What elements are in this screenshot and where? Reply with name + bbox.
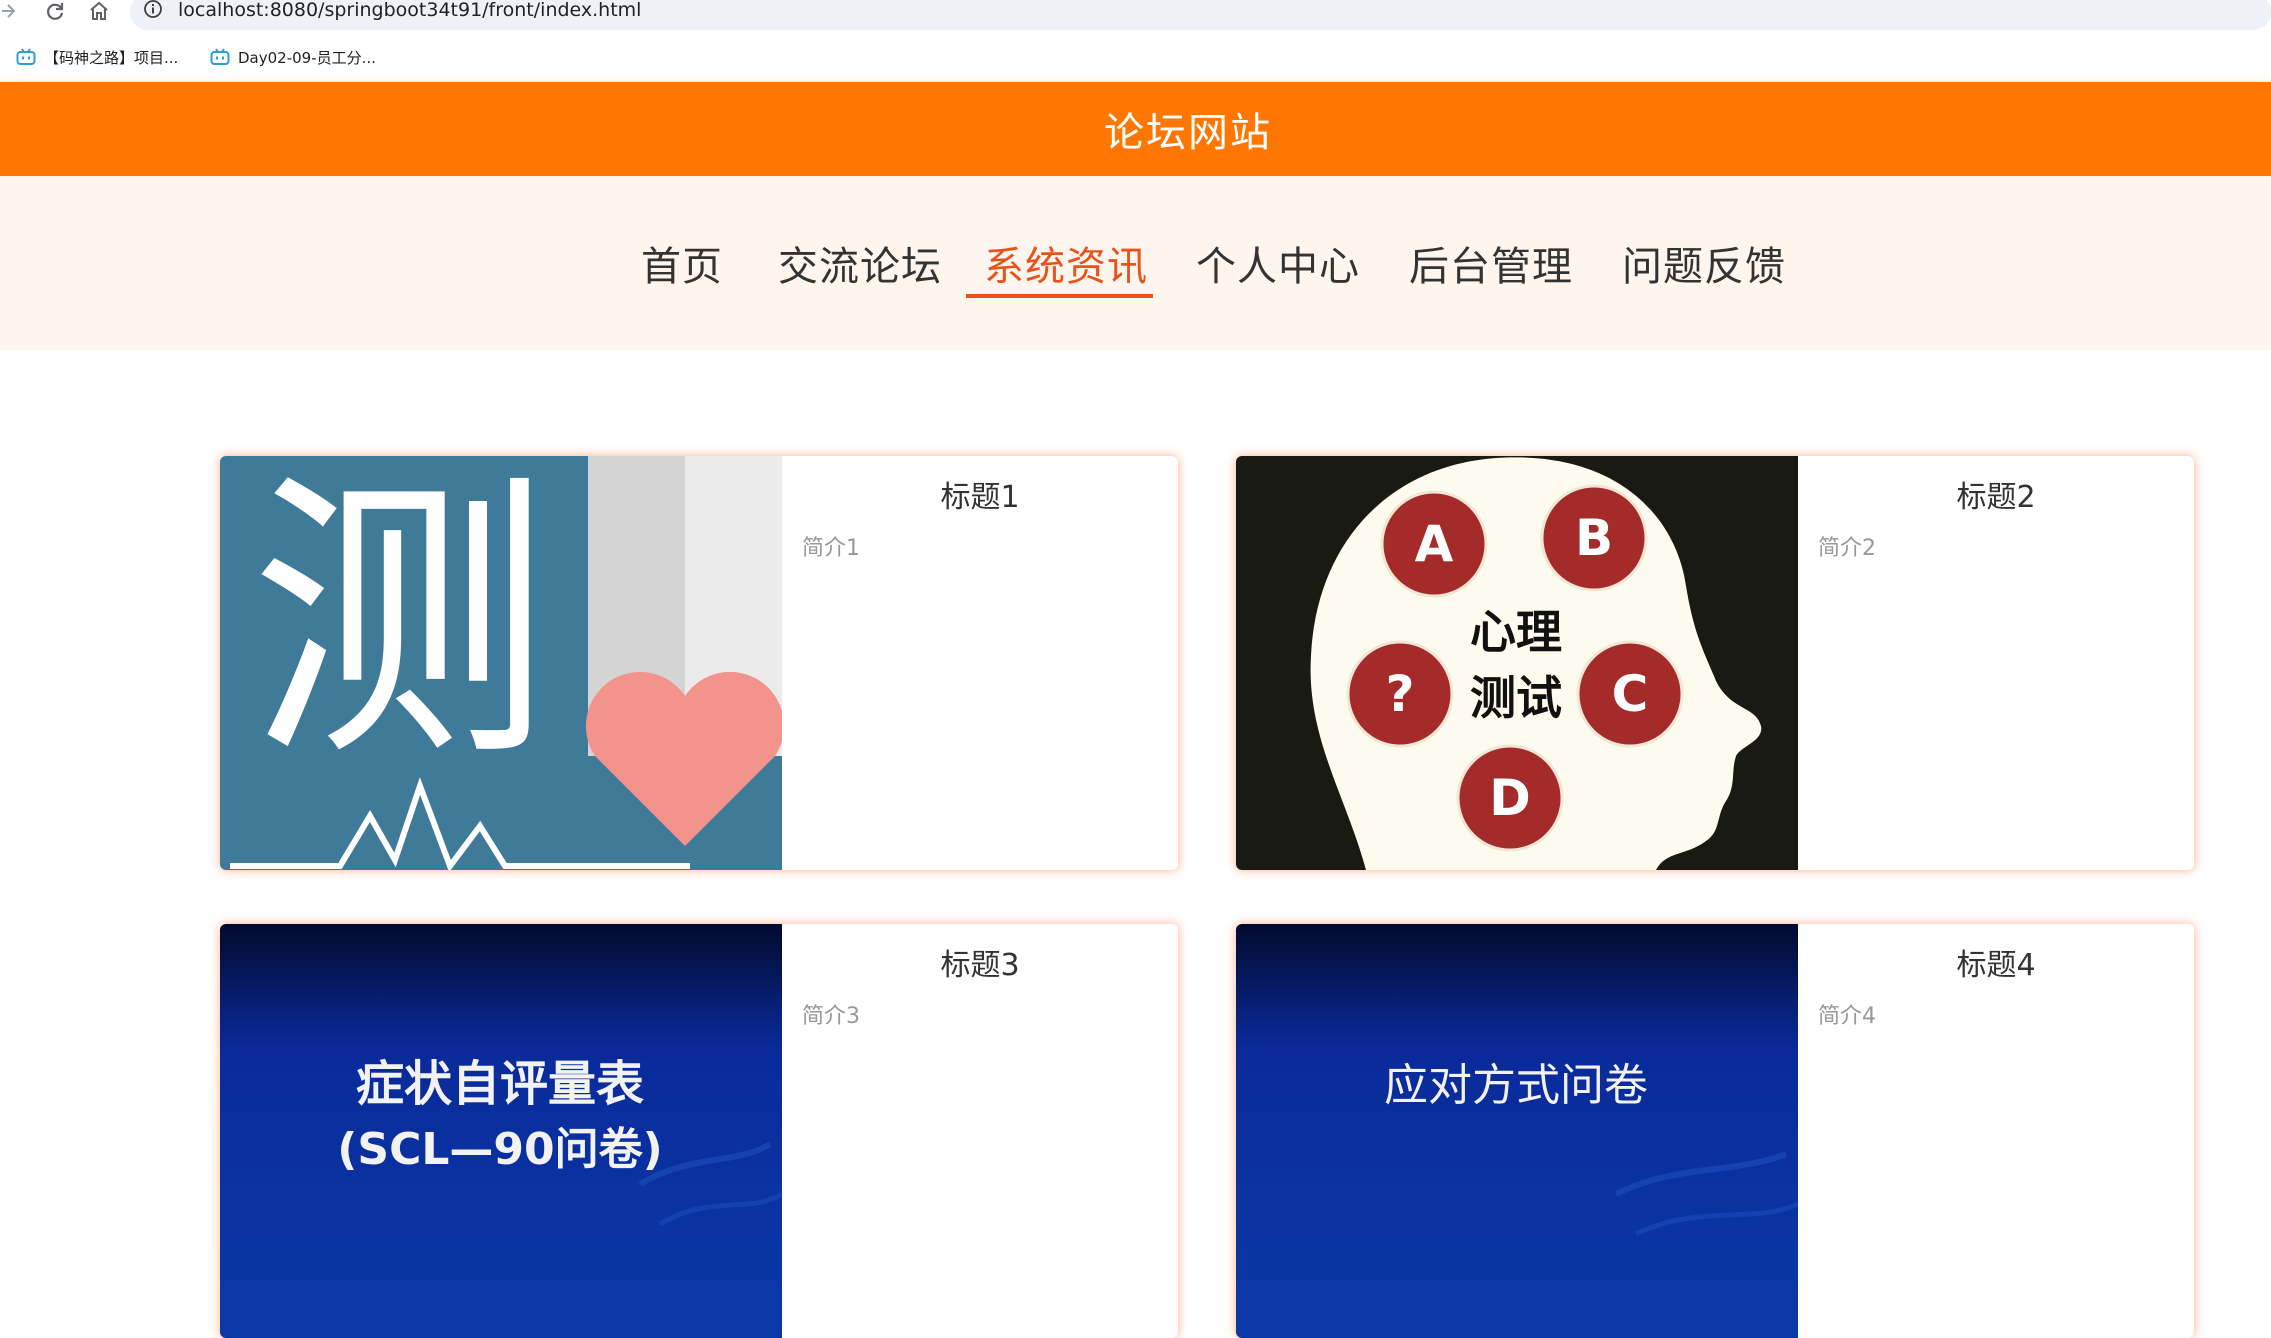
news-summary: 简介3: [802, 1004, 860, 1029]
news-image-text: 心理: [1470, 605, 1562, 659]
nav-item-forum[interactable]: 交流论坛: [778, 234, 942, 292]
nav-item-profile[interactable]: 个人中心: [1196, 234, 1360, 292]
url-text[interactable]: localhost:8080/springboot34t91/front/ind…: [178, 0, 641, 24]
news-image-psych-test[interactable]: A B ? C D 心理 测试: [1236, 456, 1798, 870]
nav-item-news[interactable]: 系统资讯: [984, 234, 1148, 292]
news-title[interactable]: 标题4: [1798, 940, 2194, 984]
bilibili-icon: [16, 48, 36, 65]
news-summary: 简介2: [1818, 536, 1876, 561]
news-card[interactable]: A B ? C D 心理 测试 标题2 简介2: [1236, 456, 2194, 870]
site-title: 论坛网站: [1104, 110, 1272, 156]
news-image-text: 测: [250, 456, 550, 797]
news-card[interactable]: 应对方式问卷 标题4 简介4: [1236, 924, 2194, 1338]
nav-item-home[interactable]: 首页: [641, 234, 723, 292]
news-image-text: ?: [1385, 665, 1414, 723]
browser-chrome: localhost:8080/springboot34t91/front/ind…: [0, 0, 2271, 82]
bookmark-label: Day02-09-员工分...: [238, 48, 376, 67]
nav-active-underline: [966, 294, 1153, 298]
site-header: 论坛网站: [0, 82, 2271, 176]
news-card[interactable]: 症状自评量表 (SCL—90问卷) 标题3 简介3: [220, 924, 1178, 1338]
news-image-text: B: [1575, 509, 1613, 567]
main-nav: 首页 交流论坛 系统资讯 个人中心 后台管理 问题反馈: [0, 176, 2271, 350]
news-image-text: 症状自评量表: [356, 1056, 644, 1112]
nav-item-admin[interactable]: 后台管理: [1409, 234, 1573, 292]
reload-icon[interactable]: [44, 0, 66, 24]
news-summary: 简介1: [802, 536, 860, 561]
address-row: localhost:8080/springboot34t91/front/ind…: [0, 0, 2271, 30]
news-title[interactable]: 标题1: [782, 472, 1178, 516]
news-image-heart-test[interactable]: 测: [220, 456, 782, 870]
bilibili-icon: [210, 48, 230, 65]
nav-item-feedback[interactable]: 问题反馈: [1622, 234, 1786, 292]
news-image-text: D: [1489, 769, 1531, 827]
forward-icon[interactable]: [0, 0, 16, 24]
news-image-text: 测试: [1470, 671, 1562, 725]
site-info-icon[interactable]: [143, 0, 163, 19]
news-image-scl90[interactable]: 症状自评量表 (SCL—90问卷): [220, 924, 782, 1338]
bookmark-label: 【码神之路】项目...: [44, 48, 179, 67]
news-image-text: (SCL—90问卷): [337, 1124, 662, 1175]
news-card[interactable]: 测 标题1 简介1: [220, 456, 1178, 870]
news-summary: 简介4: [1818, 1004, 1876, 1029]
bookmark-item[interactable]: 【码神之路】项目...: [16, 40, 178, 74]
news-image-text: 应对方式问卷: [1384, 1060, 1648, 1111]
bookmark-item[interactable]: Day02-09-员工分...: [210, 40, 376, 74]
news-image-text: A: [1415, 515, 1454, 573]
news-title[interactable]: 标题2: [1798, 472, 2194, 516]
news-image-text: C: [1612, 665, 1649, 723]
news-title[interactable]: 标题3: [782, 940, 1178, 984]
home-icon[interactable]: [88, 0, 110, 24]
news-image-coping[interactable]: 应对方式问卷: [1236, 924, 1798, 1338]
